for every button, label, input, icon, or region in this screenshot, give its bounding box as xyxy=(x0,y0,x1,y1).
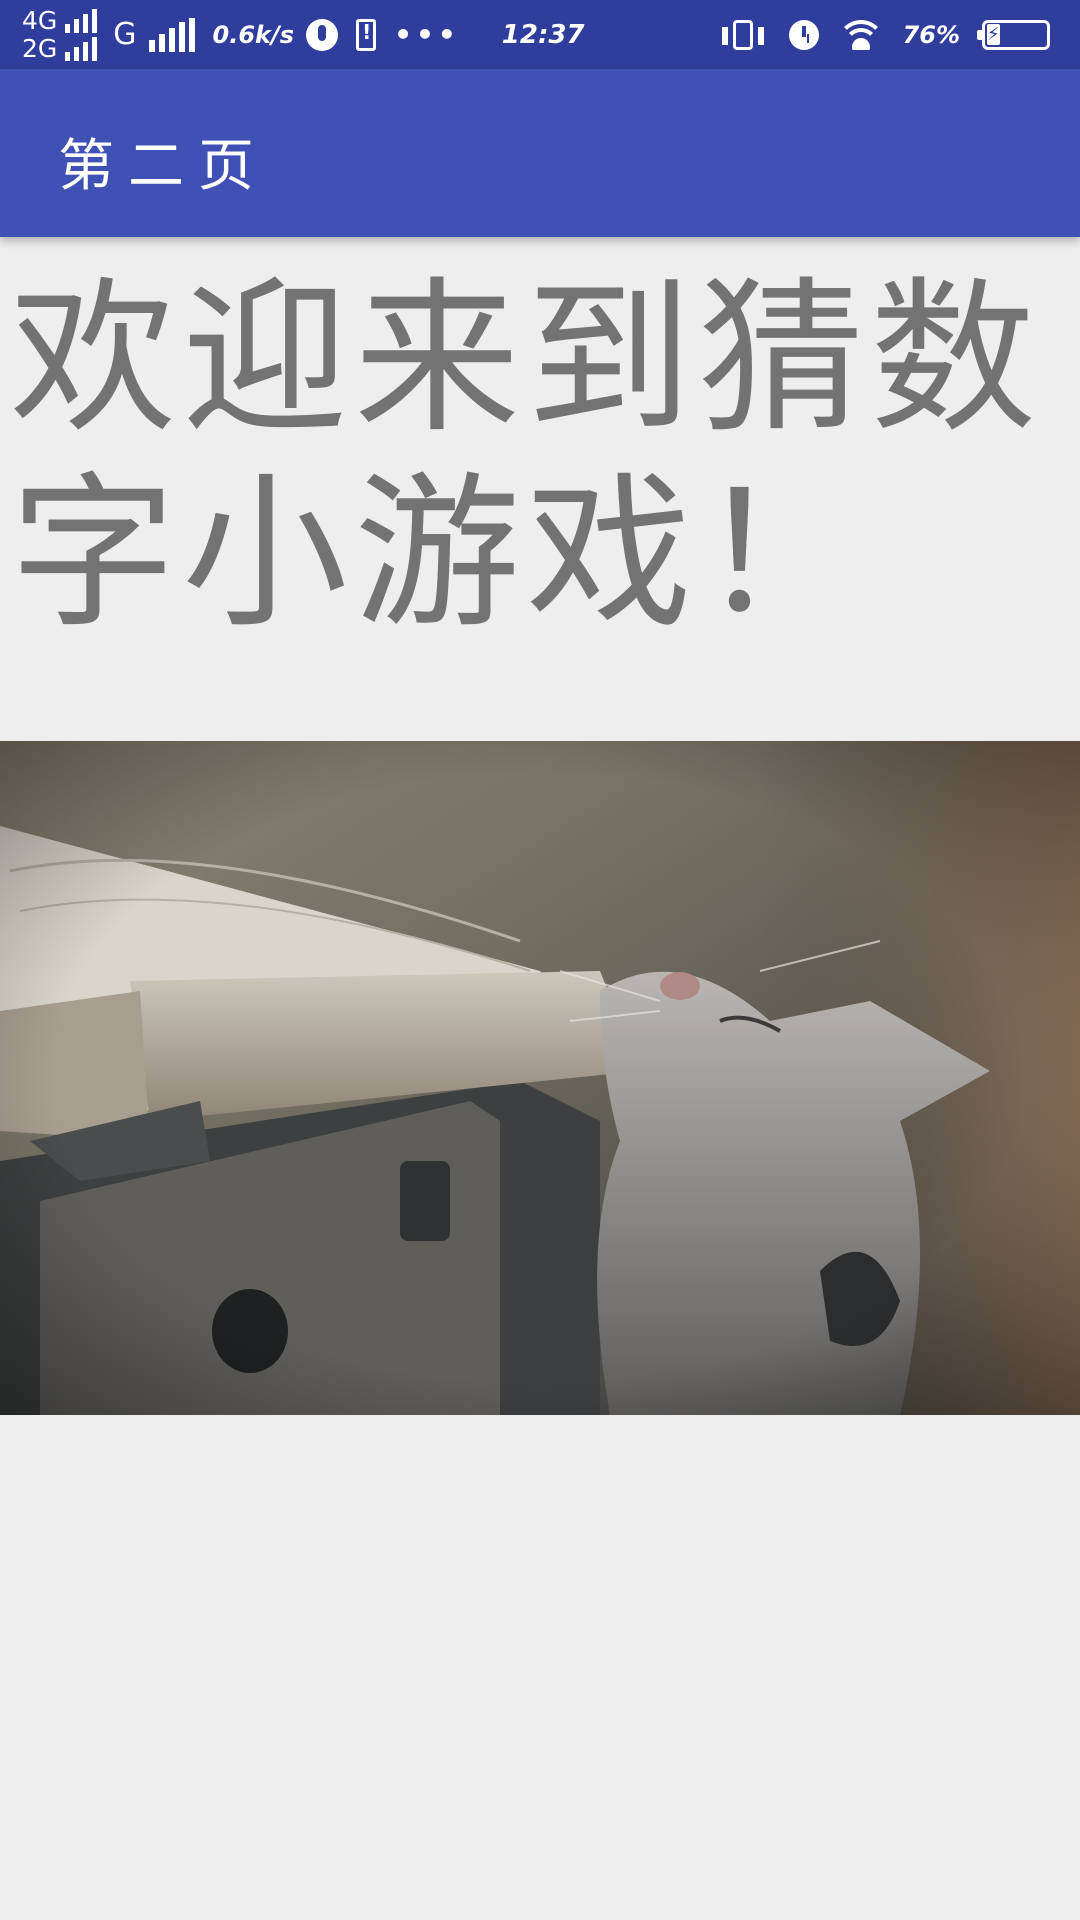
signal-icon xyxy=(148,17,195,52)
network-g-label: G xyxy=(113,17,137,52)
page-title: 第二页 xyxy=(58,134,268,199)
more-dots-icon: ••• xyxy=(394,18,460,51)
vibrate-icon xyxy=(721,19,764,50)
battery-charging-icon: ⚡ xyxy=(977,19,1050,50)
signal-icon xyxy=(65,8,98,33)
alert-phone-icon xyxy=(356,18,377,51)
status-bar: 4G 2G G 0.6k/s ••• 12:37 76% ⚡ xyxy=(0,0,1080,69)
network-2g-label: 2G xyxy=(22,33,58,63)
network-4g-label: 4G xyxy=(22,5,58,35)
wifi-icon xyxy=(840,19,881,50)
network-speed: 0.6k/s xyxy=(212,20,295,49)
welcome-text: 欢迎来到猜数字小游戏！ xyxy=(10,263,1042,651)
status-time: 12:37 xyxy=(501,19,585,50)
vpn-icon xyxy=(306,18,339,51)
cat-with-book-photo xyxy=(0,741,1080,1415)
signal-icon xyxy=(65,36,98,61)
battery-percent: 76% xyxy=(902,20,960,49)
app-bar: 第二页 xyxy=(0,69,1080,237)
alarm-icon xyxy=(788,19,819,50)
